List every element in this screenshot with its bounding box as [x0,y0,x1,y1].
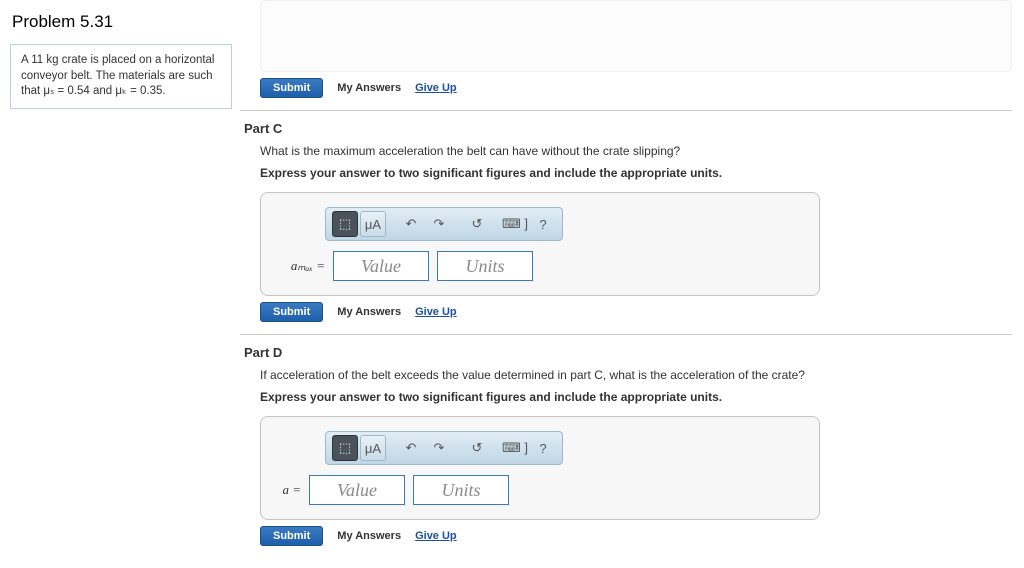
problem-statement-text: A 11 kg crate is placed on a horizontal … [21,54,215,97]
my-answers-link[interactable]: My Answers [337,306,401,318]
part-d-answer-line: a = Value Units [279,475,805,505]
give-up-link[interactable]: Give Up [415,306,457,318]
problem-title: Problem 5.31 [12,12,232,32]
part-c-prefix: aₘₐₓ = [279,258,325,274]
templates-icon[interactable]: ⬚ [332,211,358,237]
part-d-label: Part D [244,345,1012,360]
divider [240,334,1012,335]
keyboard-icon[interactable]: ⌨ ] [502,435,528,461]
give-up-link[interactable]: Give Up [415,530,457,542]
undo-icon[interactable]: ↶ [398,435,424,461]
part-c-toolbar: ⬚ μA ↶ ↷ ↺ ⌨ ] ? [325,207,563,241]
part-c-answer-line: aₘₐₓ = Value Units [279,251,805,281]
submit-button[interactable]: Submit [260,78,323,98]
part-c-body: What is the maximum acceleration the bel… [260,144,1012,322]
reset-icon[interactable]: ↺ [464,211,490,237]
mu-a-button[interactable]: μA [360,211,386,237]
part-d-body: If acceleration of the belt exceeds the … [260,368,1012,546]
mu-a-button[interactable]: μA [360,435,386,461]
part-d-instruction: Express your answer to two significant f… [260,390,1012,404]
part-d-question: If acceleration of the belt exceeds the … [260,368,1012,382]
part-c-units-input[interactable]: Units [437,251,533,281]
part-d-units-input[interactable]: Units [413,475,509,505]
submit-button[interactable]: Submit [260,526,323,546]
part-c-label: Part C [244,121,1012,136]
my-answers-link[interactable]: My Answers [337,530,401,542]
part-c-value-input[interactable]: Value [333,251,429,281]
part-d-value-input[interactable]: Value [309,475,405,505]
part-c-instruction: Express your answer to two significant f… [260,166,1012,180]
sidebar: Problem 5.31 A 11 kg crate is placed on … [0,0,240,568]
help-icon[interactable]: ? [530,211,556,237]
part-d-submit-row: Submit My Answers Give Up [260,526,1012,546]
give-up-link[interactable]: Give Up [415,82,457,94]
main-content: Submit My Answers Give Up Part C What is… [240,0,1024,568]
submit-button[interactable]: Submit [260,302,323,322]
my-answers-link[interactable]: My Answers [337,82,401,94]
undo-icon[interactable]: ↶ [398,211,424,237]
part-d-answer-panel: ⬚ μA ↶ ↷ ↺ ⌨ ] ? a = Value Units [260,416,820,520]
part-c-question: What is the maximum acceleration the bel… [260,144,1012,158]
part-c-answer-panel: ⬚ μA ↶ ↷ ↺ ⌨ ] ? aₘₐₓ = Value Units [260,192,820,296]
help-icon[interactable]: ? [530,435,556,461]
submit-row-prev: Submit My Answers Give Up [260,78,1012,98]
templates-icon[interactable]: ⬚ [332,435,358,461]
reset-icon[interactable]: ↺ [464,435,490,461]
divider [240,110,1012,111]
redo-icon[interactable]: ↷ [426,211,452,237]
part-c-submit-row: Submit My Answers Give Up [260,302,1012,322]
previous-part-placeholder [260,0,1012,72]
problem-statement: A 11 kg crate is placed on a horizontal … [10,44,232,109]
part-d-prefix: a = [279,482,301,498]
redo-icon[interactable]: ↷ [426,435,452,461]
keyboard-icon[interactable]: ⌨ ] [502,211,528,237]
part-d-toolbar: ⬚ μA ↶ ↷ ↺ ⌨ ] ? [325,431,563,465]
